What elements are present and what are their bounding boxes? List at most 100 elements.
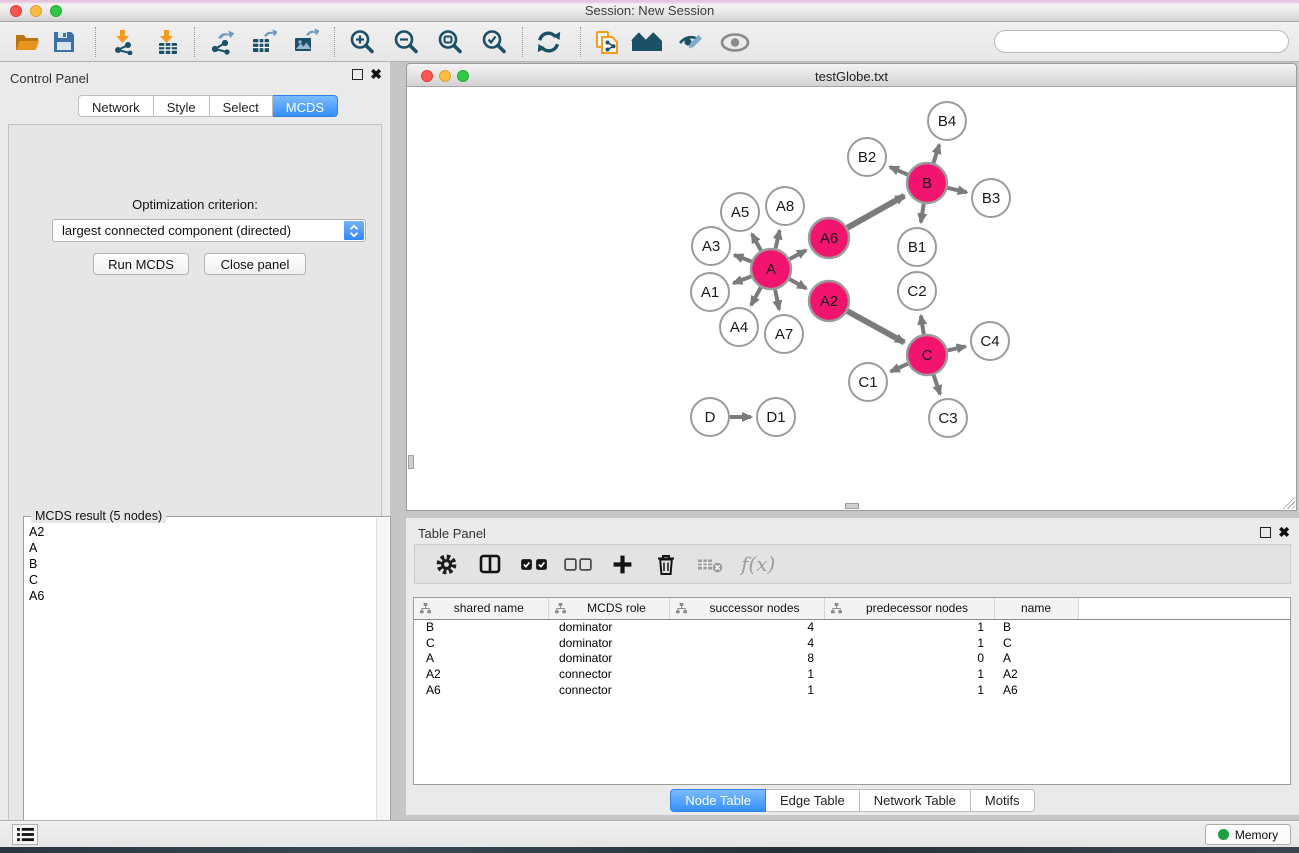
- task-history-icon[interactable]: [12, 824, 38, 845]
- vertical-scroll-thumb[interactable]: [408, 455, 414, 469]
- control-panel: Control Panel ✖ NetworkStyleSelectMCDS O…: [0, 62, 390, 820]
- criterion-dropdown[interactable]: largest connected component (directed): [52, 219, 366, 242]
- zoom-in-icon[interactable]: [344, 25, 380, 59]
- table-cell: 1: [824, 635, 994, 651]
- table-cell: [1078, 682, 1290, 698]
- zoom-selected-icon[interactable]: [476, 25, 512, 59]
- home-neighbors-icon[interactable]: [629, 25, 665, 59]
- mcds-list-scrollbar[interactable]: [376, 518, 389, 853]
- graph-edge-A-A6[interactable]: [790, 250, 807, 259]
- graph-edge-A-A1[interactable]: [733, 276, 751, 283]
- zoom-fit-icon[interactable]: [432, 25, 468, 59]
- mcds-result-item[interactable]: A: [25, 540, 376, 556]
- delete-column-icon[interactable]: [651, 553, 681, 576]
- dropdown-stepper-icon: [344, 221, 364, 240]
- titlebar: Session: New Session: [0, 0, 1299, 22]
- run-mcds-button[interactable]: Run MCDS: [93, 253, 189, 275]
- toolbar-separator: [522, 27, 523, 57]
- graph-edge-A-A2[interactable]: [789, 279, 806, 288]
- tab-network-table[interactable]: Network Table: [860, 789, 971, 812]
- show-hide-graphics-icon[interactable]: [673, 25, 709, 59]
- graph-edge-C-C1[interactable]: [891, 364, 908, 372]
- graph-edge-B-B2[interactable]: [890, 167, 908, 175]
- eye-icon[interactable]: [717, 25, 753, 59]
- close-panel-button[interactable]: Close panel: [204, 253, 306, 275]
- table-settings-icon[interactable]: [431, 553, 461, 576]
- deselect-all-icon[interactable]: [563, 557, 593, 572]
- graph-edge-A-A5[interactable]: [752, 234, 761, 251]
- tab-network[interactable]: Network: [78, 95, 154, 117]
- mcds-result-item[interactable]: B: [25, 556, 376, 572]
- graph-edge-A-A8[interactable]: [776, 230, 780, 248]
- close-panel-icon[interactable]: ✖: [370, 69, 382, 80]
- mcds-result-item[interactable]: A6: [25, 588, 376, 604]
- table-cell: 4: [669, 635, 824, 651]
- memory-button[interactable]: Memory: [1205, 824, 1291, 845]
- graph-node-label-C: C: [922, 347, 933, 364]
- horizontal-scroll-thumb[interactable]: [845, 503, 859, 509]
- table-row[interactable]: Cdominator41C: [414, 635, 1290, 651]
- mcds-result-item[interactable]: A2: [25, 524, 376, 540]
- session-title: Session: New Session: [0, 3, 1299, 18]
- column-header-successor-nodes[interactable]: successor nodes: [669, 598, 824, 619]
- table-cell: [1078, 635, 1290, 651]
- column-header-predecessor-nodes[interactable]: predecessor nodes: [824, 598, 994, 619]
- import-network-icon[interactable]: [106, 25, 142, 59]
- column-header-MCDS-role[interactable]: MCDS role: [548, 598, 669, 619]
- column-header-shared-name[interactable]: shared name: [414, 598, 548, 619]
- graph-edge-C-C2[interactable]: [921, 316, 924, 335]
- table-cell: A6: [414, 682, 548, 698]
- graph-edge-A-A7[interactable]: [775, 290, 779, 310]
- export-table-icon[interactable]: [246, 25, 282, 59]
- graph-node-label-B1: B1: [908, 239, 926, 256]
- table-cell: dominator: [548, 619, 669, 635]
- graph-edge-A-A3[interactable]: [734, 255, 751, 262]
- mcds-result-item[interactable]: C: [25, 572, 376, 588]
- graph-node-label-C3: C3: [938, 410, 957, 427]
- save-session-icon[interactable]: [46, 25, 82, 59]
- table-cell: 1: [669, 666, 824, 682]
- memory-label: Memory: [1235, 828, 1278, 842]
- zoom-out-icon[interactable]: [388, 25, 424, 59]
- tab-motifs[interactable]: Motifs: [971, 789, 1035, 812]
- close-table-panel-icon[interactable]: ✖: [1278, 527, 1290, 538]
- toolbar-separator: [334, 27, 335, 57]
- float-panel-icon[interactable]: [352, 69, 363, 80]
- network-canvas[interactable]: AA1A2A3A4A5A6A7A8BB1B2B3B4CC1C2C3C4DD1: [406, 87, 1297, 511]
- table-cell: [1078, 650, 1290, 666]
- table-row[interactable]: A6connector11A6: [414, 682, 1290, 698]
- float-table-panel-icon[interactable]: [1260, 527, 1271, 538]
- graph-edge-A-A4[interactable]: [751, 287, 761, 305]
- graph-edge-A6-B[interactable]: [847, 196, 904, 228]
- refresh-icon[interactable]: [531, 25, 567, 59]
- table-toolbar: f(x): [414, 544, 1291, 584]
- add-column-icon[interactable]: [607, 554, 637, 575]
- table-row[interactable]: Adominator80A: [414, 650, 1290, 666]
- optimization-criterion-label: Optimization criterion:: [9, 197, 381, 212]
- show-column-icon[interactable]: [475, 553, 505, 575]
- graph-edge-C-C4[interactable]: [947, 346, 965, 350]
- mcds-panel-body: Optimization criterion: largest connecte…: [8, 124, 382, 853]
- select-all-icon[interactable]: [519, 557, 549, 572]
- table-row[interactable]: A2connector11A2: [414, 666, 1290, 682]
- table-row[interactable]: Bdominator41B: [414, 619, 1290, 635]
- toolbar-separator: [95, 27, 96, 57]
- network-file-icon[interactable]: [589, 25, 625, 59]
- tab-edge-table[interactable]: Edge Table: [766, 789, 860, 812]
- export-image-icon[interactable]: [288, 25, 324, 59]
- tab-mcds[interactable]: MCDS: [273, 95, 338, 117]
- graph-edge-B-B3[interactable]: [947, 188, 966, 193]
- open-session-icon[interactable]: [9, 25, 45, 59]
- graph-edge-B-B1[interactable]: [921, 204, 924, 223]
- column-header-name[interactable]: name: [994, 598, 1078, 619]
- graph-edge-A2-C[interactable]: [847, 311, 904, 342]
- tab-node-table[interactable]: Node Table: [670, 789, 766, 812]
- export-network-icon[interactable]: [204, 25, 240, 59]
- graph-edge-B-B4[interactable]: [933, 145, 939, 163]
- network-window-titlebar: testGlobe.txt: [406, 63, 1297, 87]
- tab-select[interactable]: Select: [210, 95, 273, 117]
- tab-style[interactable]: Style: [154, 95, 210, 117]
- graph-edge-C-C3[interactable]: [934, 375, 940, 394]
- import-table-icon[interactable]: [150, 25, 186, 59]
- search-input[interactable]: [994, 30, 1289, 53]
